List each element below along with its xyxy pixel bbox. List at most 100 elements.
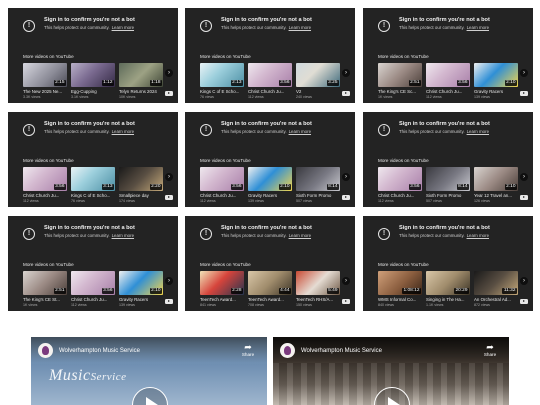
video-embed-card[interactable]: ! Sign in to confirm you're not a bot This… [185,216,355,311]
video-thumbnail[interactable]: 3:25 [296,63,340,87]
suggested-video[interactable]: 1:18 Telyn Returns 2024 10K views [119,63,163,100]
video-thumbnail[interactable]: 3:56 [426,63,470,87]
video-thumbnail[interactable]: 2:10 [474,63,518,87]
suggested-video[interactable]: 2:10 Gravity Racers 139 views [119,271,163,308]
suggested-video[interactable]: 11:32 An Orchestral Ad... 872 views [474,271,518,308]
suggested-video[interactable]: 3:56 Christ Church Ju... 112 views [378,167,422,204]
suggested-video[interactable]: 8:14 Sixth Form Promo 507 views [296,167,340,204]
suggested-video[interactable]: 8:14 Sixth Form Promo 507 views [426,167,470,204]
suggested-video[interactable]: 2:15 The New 2025 Ne... 3.3K views [23,63,67,100]
next-arrow-icon[interactable]: › [342,277,350,285]
video-thumbnail[interactable]: 1:18 [119,63,163,87]
suggested-video[interactable]: 20:29 Singing in The Ha... 1.1K views [426,271,470,308]
video-thumbnail[interactable]: 4:44 [248,271,292,295]
learn-more-link[interactable]: Learn more [112,25,134,30]
learn-more-link[interactable]: Learn more [467,25,489,30]
suggested-video[interactable]: 2:10 Year 12 Travel an... 126 views [474,167,518,204]
suggested-video[interactable]: 2:51 The King's CE St... 1K views [23,271,67,308]
learn-more-link[interactable]: Learn more [289,233,311,238]
video-thumbnail[interactable]: 5:49 [296,271,340,295]
video-thumbnail[interactable]: 3:56 [248,63,292,87]
next-arrow-icon[interactable]: › [520,173,528,181]
learn-more-link[interactable]: Learn more [289,129,311,134]
suggested-video[interactable]: 3:56 Christ Church Ju... 112 views [248,63,292,100]
suggested-video[interactable]: 5:49 TeenTech RHS/A... 150 views [296,271,340,308]
suggested-video[interactable]: 4:44 TeenTech Award... 708 views [248,271,292,308]
suggested-video[interactable]: 2:10 Gravity Racers 139 views [474,63,518,100]
play-button[interactable] [132,387,168,405]
suggested-video[interactable]: 3:56 Christ Church Ju... 112 views [426,63,470,100]
share-button[interactable]: ➦ Share [237,342,259,358]
video-embed-card[interactable]: ! Sign in to confirm you're not a bot This… [185,112,355,207]
video-embed-card[interactable]: ! Sign in to confirm you're not a bot This… [363,8,533,103]
suggested-video[interactable]: 2:13 Kings C of E Scho... 76 views [200,63,244,100]
learn-more-link[interactable]: Learn more [467,129,489,134]
next-arrow-icon[interactable]: › [165,69,173,77]
next-arrow-icon[interactable]: › [342,173,350,181]
suggested-video[interactable]: 2:10 Gravity Racers 139 views [248,167,292,204]
learn-more-link[interactable]: Learn more [112,233,134,238]
video-thumbnail[interactable]: 2:15 [23,63,67,87]
learn-more-link[interactable]: Learn more [112,129,134,134]
video-thumbnail[interactable]: 3:56 [200,167,244,191]
video-thumbnail[interactable]: 1:12 [71,63,115,87]
learn-more-link[interactable]: Learn more [289,25,311,30]
learn-more-link[interactable]: Learn more [467,233,489,238]
video-thumbnail[interactable]: 2:28 [200,271,244,295]
video-thumbnail[interactable]: 2:13 [200,63,244,87]
youtube-logo-icon[interactable] [342,195,350,200]
youtube-logo-icon[interactable] [520,299,528,304]
suggested-video[interactable]: 2:51 The King's CE Sc... 1K views [378,63,422,100]
suggested-video[interactable]: 3:25 V2 240 views [296,63,340,100]
video-thumbnail[interactable]: 3:56 [23,167,67,191]
video-embed-card[interactable]: ! Sign in to confirm you're not a bot This… [363,112,533,207]
suggested-video[interactable]: 1:08:12 WMS Informal Co... 840 views [378,271,422,308]
youtube-logo-icon[interactable] [342,299,350,304]
video-thumbnail[interactable]: 2:10 [248,167,292,191]
youtube-logo-icon[interactable] [342,91,350,96]
youtube-logo-icon[interactable] [165,195,173,200]
youtube-logo-icon[interactable] [520,195,528,200]
video-embed-card[interactable]: ! Sign in to confirm you're not a bot This… [185,8,355,103]
youtube-logo-icon[interactable] [165,299,173,304]
video-thumbnail[interactable]: 1:08:12 [378,271,422,295]
youtube-logo-icon[interactable] [165,91,173,96]
video-views: 708 views [248,303,264,307]
suggested-video[interactable]: 3:56 Christ Church Ju... 112 views [71,271,115,308]
suggested-video[interactable]: 2:20 Smallpiece day 174 views [119,167,163,204]
video-thumbnail[interactable]: 8:14 [296,167,340,191]
channel-avatar[interactable] [38,343,53,358]
video-thumbnail[interactable]: 3:13 [71,167,115,191]
embed-player-2[interactable]: Wolverhampton Music Service ➦ Share [273,337,509,405]
share-button[interactable]: ➦ Share [479,342,501,358]
suggested-video[interactable]: 2:28 TeenTech Award... 841 views [200,271,244,308]
suggested-video[interactable]: 3:56 Christ Church Ju... 112 views [23,167,67,204]
next-arrow-icon[interactable]: › [165,277,173,285]
video-thumbnail[interactable]: 2:51 [23,271,67,295]
next-arrow-icon[interactable]: › [520,277,528,285]
embed-player-1[interactable]: Wolverhampton Music Service ➦ Share Musi… [31,337,267,405]
video-embed-card[interactable]: ! Sign in to confirm you're not a bot This… [363,216,533,311]
video-thumbnail[interactable]: 3:56 [378,167,422,191]
channel-avatar[interactable] [280,343,295,358]
video-thumbnail[interactable]: 3:56 [71,271,115,295]
video-thumbnail[interactable]: 11:32 [474,271,518,295]
video-embed-card[interactable]: ! Sign in to confirm you're not a bot This… [8,112,178,207]
suggested-video[interactable]: 3:56 Christ Church Ju... 112 views [200,167,244,204]
video-thumbnail[interactable]: 8:14 [426,167,470,191]
video-thumbnail[interactable]: 20:29 [426,271,470,295]
next-arrow-icon[interactable]: › [520,69,528,77]
video-embed-card[interactable]: ! Sign in to confirm you're not a bot This… [8,216,178,311]
suggested-video[interactable]: 3:13 Kings C of E Scho... 76 views [71,167,115,204]
video-thumbnail[interactable]: 2:51 [378,63,422,87]
video-thumbnail[interactable]: 2:10 [474,167,518,191]
youtube-logo-icon[interactable] [520,91,528,96]
channel-name[interactable]: Wolverhampton Music Service [59,347,140,355]
video-thumbnail[interactable]: 2:20 [119,167,163,191]
suggested-video[interactable]: 1:12 Egg-Cupping 3.1K views [71,63,115,100]
next-arrow-icon[interactable]: › [165,173,173,181]
channel-name[interactable]: Wolverhampton Music Service [301,347,382,355]
video-thumbnail[interactable]: 2:10 [119,271,163,295]
video-embed-card[interactable]: ! Sign in to confirm you're not a bot This… [8,8,178,103]
next-arrow-icon[interactable]: › [342,69,350,77]
